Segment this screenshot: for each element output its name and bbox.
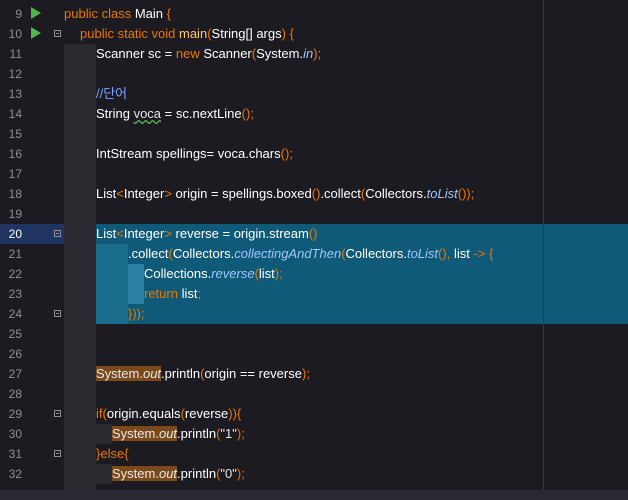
code-line[interactable]: return list;: [144, 284, 201, 304]
bottom-scroll-strip: [0, 490, 628, 500]
line-number: 11: [9, 47, 22, 61]
code-line[interactable]: public static void main(String[] args) {: [80, 24, 294, 44]
fold-icon[interactable]: [54, 450, 61, 457]
code-line[interactable]: Scanner sc = new Scanner(System.in);: [96, 44, 321, 64]
code-line[interactable]: }else{: [96, 444, 129, 464]
line-number: 20: [8, 227, 22, 241]
line-number: 25: [8, 327, 22, 341]
indent-guide: [64, 44, 80, 490]
line-number: 30: [8, 427, 22, 441]
indent-guide: [96, 424, 112, 444]
fold-icon[interactable]: [54, 410, 61, 417]
code-line[interactable]: .collect(Collectors.collectingAndThen(Co…: [128, 244, 493, 264]
line-number: 17: [8, 167, 22, 181]
code-line[interactable]: if(origin.equals(reverse)){: [96, 404, 241, 424]
fold-icon[interactable]: [54, 30, 61, 37]
line-number: 26: [8, 347, 22, 361]
code-line[interactable]: //단어: [96, 84, 127, 104]
code-line[interactable]: }));: [128, 304, 145, 324]
line-number: 32: [8, 467, 22, 481]
line-number: 22: [8, 267, 22, 281]
code-line[interactable]: System.out.println(origin == reverse);: [96, 364, 310, 384]
line-number: 16: [8, 147, 22, 161]
code-line[interactable]: System.out.println("0");: [112, 464, 245, 484]
line-number: 24: [8, 307, 22, 321]
line-number: 18: [8, 187, 22, 201]
code-line[interactable]: String voca = sc.nextLine();: [96, 104, 254, 124]
run-icon[interactable]: [31, 7, 41, 19]
line-number: 13: [8, 87, 22, 101]
code-line[interactable]: List<Integer> origin = spellings.boxed()…: [96, 184, 474, 204]
code-line[interactable]: Collections.reverse(list);: [144, 264, 283, 284]
line-number: 9: [15, 7, 22, 21]
line-number: 27: [8, 367, 22, 381]
line-number: 10: [8, 27, 22, 41]
fold-icon[interactable]: [54, 310, 61, 317]
line-number: 15: [8, 127, 22, 141]
line-number: 23: [8, 287, 22, 301]
run-icon[interactable]: [31, 27, 41, 39]
indent-guide: [96, 244, 112, 324]
line-number: 28: [8, 387, 22, 401]
indent-guide: [128, 264, 144, 304]
fold-icon[interactable]: [54, 230, 61, 237]
line-number: 31: [8, 447, 22, 461]
indent-guide: [80, 44, 96, 490]
line-number: 29: [8, 407, 22, 421]
line-number: 19: [8, 207, 22, 221]
indent-guide: [96, 464, 112, 484]
code-line[interactable]: public class Main {: [64, 4, 171, 24]
code-line[interactable]: IntStream spellings= voca.chars();: [96, 144, 293, 164]
line-number: 21: [8, 247, 22, 261]
code-line[interactable]: List<Integer> reverse = origin.stream(): [96, 224, 318, 244]
line-number: 12: [8, 67, 22, 81]
right-margin-guide: [543, 0, 544, 500]
line-number: 14: [8, 107, 22, 121]
code-line[interactable]: System.out.println("1");: [112, 424, 245, 444]
indent-guide: [112, 244, 128, 324]
